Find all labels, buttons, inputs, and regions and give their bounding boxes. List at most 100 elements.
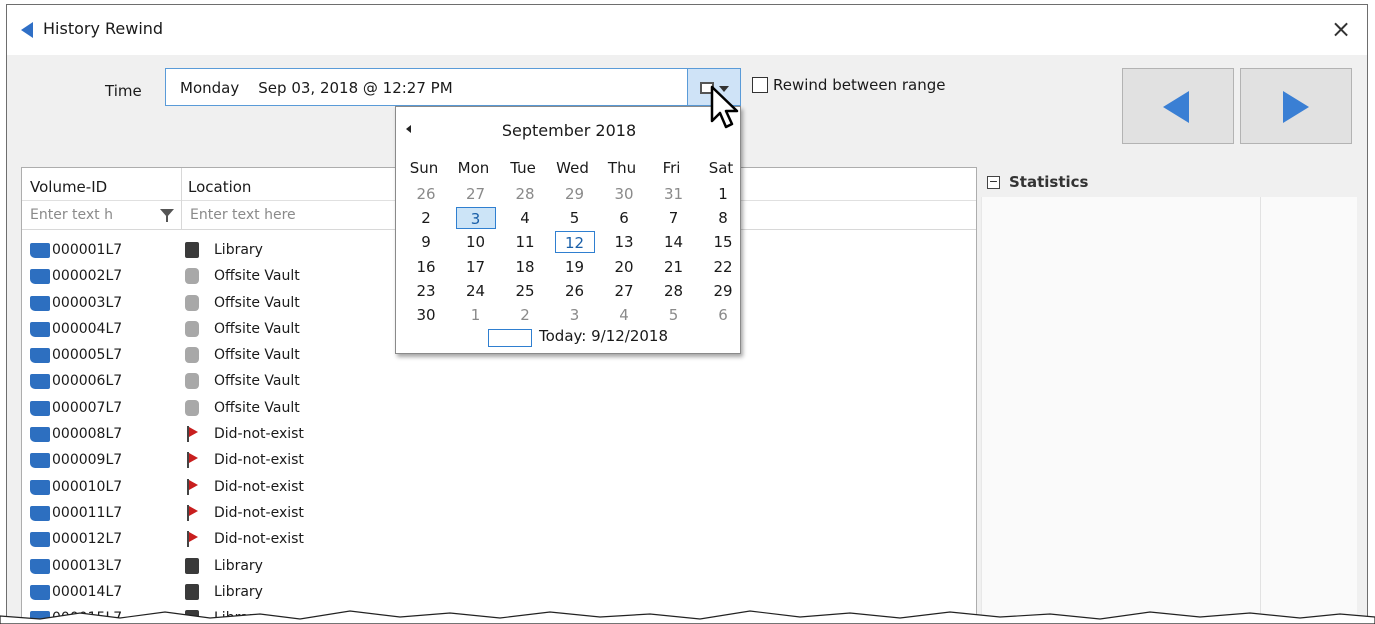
table-row[interactable]: 000006L7 Offsite Vault (22, 369, 976, 395)
calendar-day[interactable]: 4 (604, 304, 644, 326)
calendar-day[interactable]: 13 (604, 231, 644, 253)
calendar-day[interactable]: 30 (604, 183, 644, 205)
table-row[interactable]: 000011L7 Did-not-exist (22, 501, 976, 527)
red-flag-icon (185, 504, 199, 521)
calendar-day[interactable]: 15 (703, 231, 743, 253)
calendar-day[interactable]: 1 (703, 183, 743, 205)
volume-id-cell: 000008L7 (52, 426, 123, 443)
location-cell: Did-not-exist (214, 452, 304, 469)
volume-id-cell: 000013L7 (52, 557, 123, 574)
previous-button[interactable] (1122, 68, 1234, 144)
calendar-day[interactable]: 7 (654, 207, 694, 229)
calendar-day[interactable]: 27 (456, 183, 496, 205)
triangle-left-icon (1163, 91, 1189, 123)
location-cell: Did-not-exist (214, 426, 304, 443)
column-header-volume-id[interactable]: Volume-ID (30, 178, 107, 196)
table-row[interactable]: 000009L7 Did-not-exist (22, 448, 976, 474)
calendar-day[interactable]: 28 (505, 183, 545, 205)
table-row[interactable]: 000007L7 Offsite Vault (22, 396, 976, 422)
location-cell: Offsite Vault (214, 294, 300, 311)
calendar-day[interactable]: 11 (505, 231, 545, 253)
next-button[interactable] (1240, 68, 1352, 144)
volume-id-cell: 000005L7 (52, 347, 123, 364)
calendar-day[interactable]: 26 (406, 183, 446, 205)
rewind-between-range-checkbox[interactable] (752, 77, 768, 93)
volume-icon (30, 243, 50, 258)
calendar-day[interactable]: 23 (406, 280, 446, 302)
volume-icon (30, 558, 50, 574)
calendar-day[interactable]: 5 (555, 207, 595, 229)
calendar-day[interactable]: 25 (505, 280, 545, 302)
collapse-icon[interactable]: − (987, 176, 1000, 189)
location-cell: Did-not-exist (214, 531, 304, 548)
vault-icon (185, 268, 199, 285)
volume-icon (30, 374, 50, 390)
calendar-day[interactable]: 8 (703, 207, 743, 229)
table-row[interactable]: 000014L7 Library (22, 580, 976, 606)
calendar-day[interactable]: 3 (555, 304, 595, 326)
volume-id-filter-input[interactable] (22, 201, 152, 229)
calendar-day[interactable]: 26 (555, 280, 595, 302)
today-link[interactable]: Today: 9/12/2018 (539, 327, 668, 345)
calendar-day[interactable]: 19 (555, 256, 595, 278)
library-icon (185, 242, 199, 258)
calendar-day[interactable]: 1 (456, 304, 496, 326)
volume-icon (30, 400, 50, 416)
volume-id-cell: 000007L7 (52, 399, 123, 416)
volume-id-cell: 000012L7 (52, 531, 123, 548)
location-cell: Did-not-exist (214, 504, 304, 521)
calendar-day[interactable]: 29 (555, 183, 595, 205)
calendar-day[interactable]: 21 (654, 256, 694, 278)
weekday-label: Sun (409, 159, 439, 177)
calendar-day[interactable]: 17 (456, 256, 496, 278)
close-button[interactable]: × (1329, 15, 1353, 43)
calendar-day[interactable]: 22 (703, 256, 743, 278)
calendar-day[interactable]: 28 (654, 280, 694, 302)
calendar-day[interactable]: 27 (604, 280, 644, 302)
calendar-day[interactable]: 3 (455, 207, 496, 230)
volume-id-cell: 000002L7 (52, 268, 123, 285)
calendar-day[interactable]: 2 (505, 304, 545, 326)
back-arrow-icon[interactable] (21, 22, 33, 38)
volume-id-cell: 000006L7 (52, 373, 123, 390)
table-row[interactable]: 000012L7 Did-not-exist (22, 527, 976, 553)
history-rewind-window: History Rewind × Time Monday Sep 03, 201… (6, 4, 1368, 624)
calendar-day[interactable]: 18 (505, 256, 545, 278)
calendar-day[interactable]: 29 (703, 280, 743, 302)
location-cell: Offsite Vault (214, 347, 300, 364)
library-icon (185, 583, 199, 600)
calendar-day[interactable]: 30 (406, 304, 446, 326)
red-flag-icon (185, 531, 199, 548)
volume-id-cell: 000010L7 (52, 478, 123, 495)
statistics-panel: − Statistics (981, 167, 1357, 624)
calendar-day[interactable]: 24 (456, 280, 496, 302)
calendar-day[interactable]: 14 (654, 231, 694, 253)
triangle-right-icon (1283, 91, 1309, 123)
time-field[interactable]: Monday Sep 03, 2018 @ 12:27 PM (165, 68, 691, 106)
red-flag-icon (185, 426, 199, 443)
statistics-column-divider (1260, 197, 1261, 624)
weekday-label: Sat (708, 159, 734, 177)
calendar-day[interactable]: 4 (505, 207, 545, 229)
calendar-day[interactable]: 16 (406, 256, 446, 278)
rewind-between-range-label[interactable]: Rewind between range (773, 76, 945, 94)
volume-icon (30, 348, 50, 364)
table-row[interactable]: 000013L7 Library (22, 554, 976, 580)
calendar-day[interactable]: 6 (703, 304, 743, 326)
calendar-day[interactable]: 6 (604, 207, 644, 229)
volume-icon (30, 505, 50, 521)
table-row[interactable]: 000010L7 Did-not-exist (22, 475, 976, 501)
location-cell: Offsite Vault (214, 268, 300, 285)
calendar-day[interactable]: 20 (604, 256, 644, 278)
calendar-day[interactable]: 12 (554, 231, 595, 254)
table-row[interactable]: 000008L7 Did-not-exist (22, 422, 976, 448)
volume-id-cell: 000003L7 (52, 294, 123, 311)
column-header-location[interactable]: Location (188, 178, 251, 196)
calendar-day[interactable]: 5 (654, 304, 694, 326)
calendar-day[interactable]: 9 (406, 231, 446, 253)
calendar-day[interactable]: 10 (456, 231, 496, 253)
volume-icon (30, 479, 50, 495)
calendar-day[interactable]: 2 (406, 207, 446, 229)
location-filter-input[interactable] (182, 201, 402, 229)
calendar-day[interactable]: 31 (654, 183, 694, 205)
